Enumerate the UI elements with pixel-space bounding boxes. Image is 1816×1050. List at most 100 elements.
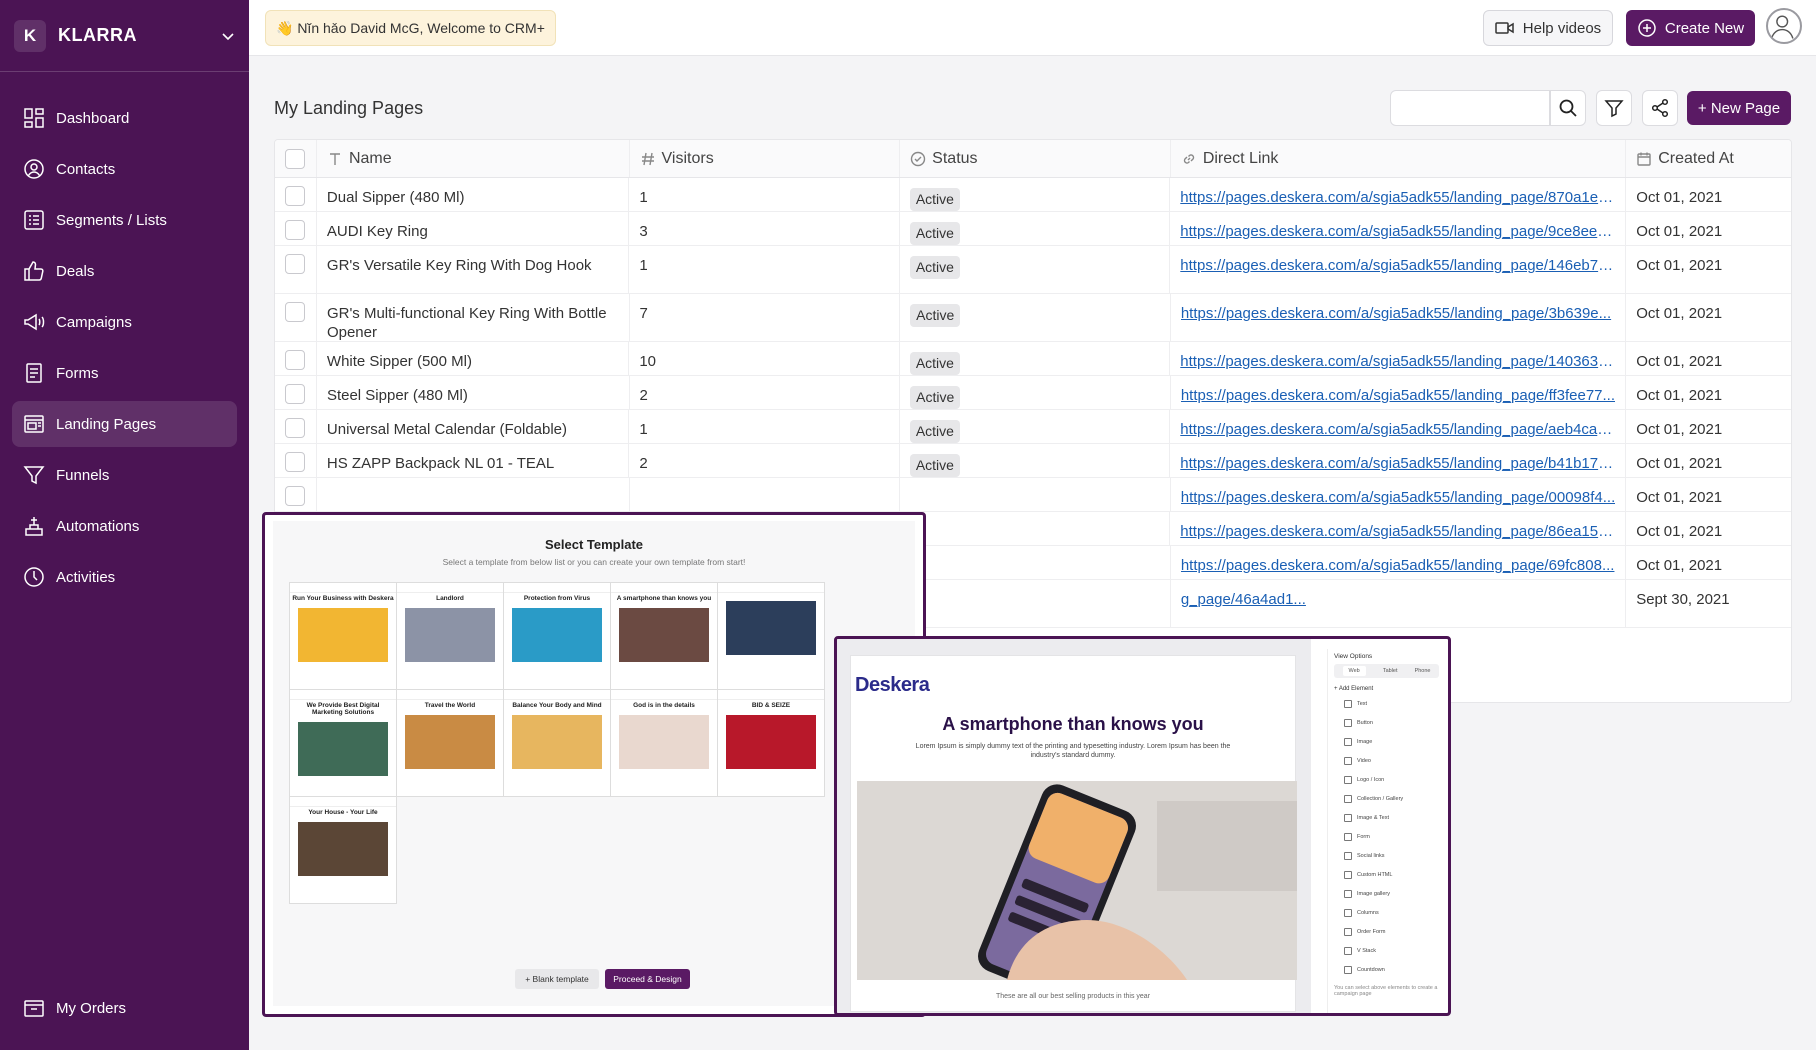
element-option[interactable]: Image — [1328, 732, 1445, 751]
direct-link[interactable]: https://pages.deskera.com/a/sgia5adk55/l… — [1180, 188, 1615, 207]
table-row[interactable]: Universal Metal Calendar (Foldable) 1 Acti… — [275, 410, 1791, 444]
row-checkbox[interactable] — [285, 350, 306, 370]
template-thumbnail[interactable]: Balance Your Body and Mind — [503, 689, 611, 797]
sidebar-item-campaigns[interactable]: Campaigns — [12, 299, 237, 345]
blank-template-button[interactable]: + Blank template — [515, 969, 599, 989]
direct-link[interactable]: https://pages.deskera.com/a/sgia5adk55/l… — [1180, 420, 1615, 439]
template-thumbnail[interactable]: Protection from Virus — [503, 582, 611, 690]
direct-link[interactable]: g_page/46a4ad1... — [1181, 590, 1615, 609]
table-row[interactable]: GR's Versatile Key Ring With Dog Hook 1 Ac… — [275, 246, 1791, 294]
filter-button[interactable] — [1596, 90, 1632, 126]
template-thumbnail[interactable]: Travel the World — [396, 689, 504, 797]
row-checkbox[interactable] — [285, 384, 306, 404]
table-row[interactable]: Steel Sipper (480 Ml) 2 Active https://page… — [275, 376, 1791, 410]
direct-link[interactable]: https://pages.deskera.com/a/sgia5adk55/l… — [1181, 386, 1615, 405]
template-image — [298, 608, 388, 662]
element-option[interactable]: Countdown — [1328, 960, 1445, 979]
row-checkbox[interactable] — [285, 186, 306, 206]
row-checkbox[interactable] — [285, 254, 306, 274]
share-button[interactable] — [1642, 90, 1678, 126]
template-thumbnail[interactable]: A smartphone than knows you — [610, 582, 718, 690]
template-thumbnail[interactable]: God is in the details — [610, 689, 718, 797]
column-label: Name — [348, 149, 392, 167]
template-header — [290, 583, 396, 593]
element-option[interactable]: Order Form — [1328, 922, 1445, 941]
template-thumbnail[interactable] — [717, 582, 825, 690]
table-row[interactable]: HS ZAPP Backpack NL 01 - TEAL 2 Active http… — [275, 444, 1791, 478]
column-direct-link[interactable]: Direct Link — [1171, 140, 1627, 177]
element-option[interactable]: Button — [1328, 713, 1445, 732]
element-option[interactable]: Collection / Gallery — [1328, 789, 1445, 808]
column-name[interactable]: Name — [317, 140, 630, 177]
row-checkbox[interactable] — [285, 486, 306, 506]
sidebar-item-activities[interactable]: Activities — [12, 554, 237, 600]
element-option[interactable]: Logo / Icon — [1328, 770, 1445, 789]
template-image — [726, 715, 816, 769]
element-option[interactable]: Image & Text — [1328, 808, 1445, 827]
workspace-switcher[interactable]: K KLARRA — [0, 0, 249, 72]
element-option[interactable]: Text — [1328, 694, 1445, 713]
status-badge: Active — [909, 222, 960, 245]
sidebar-item-forms[interactable]: Forms — [12, 350, 237, 396]
template-thumbnail[interactable]: We Provide Best Digital Marketing Soluti… — [289, 689, 397, 797]
sidebar-item-dashboard[interactable]: Dashboard — [12, 95, 237, 141]
element-option[interactable]: V Stack — [1328, 941, 1445, 960]
search-button[interactable] — [1550, 90, 1586, 126]
sidebar-item-landing-pages[interactable]: Landing Pages — [12, 401, 237, 447]
text-type-icon — [329, 152, 340, 165]
row-created-text: Oct 01, 2021 — [1636, 387, 1723, 404]
direct-link[interactable]: https://pages.deskera.com/a/sgia5adk55/l… — [1181, 488, 1615, 507]
table-row[interactable]: White Sipper (500 Ml) 10 Active https://pag… — [275, 342, 1791, 376]
sidebar-item-automations[interactable]: Automations — [12, 503, 237, 549]
element-option[interactable]: Image gallery — [1328, 884, 1445, 903]
element-option[interactable]: Social links — [1328, 846, 1445, 865]
table-row[interactable]: Dual Sipper (480 Ml) 1 Active https://pages… — [275, 178, 1791, 212]
direct-link[interactable]: https://pages.deskera.com/a/sgia5adk55/l… — [1181, 556, 1615, 575]
sidebar-item-deals[interactable]: Deals — [12, 248, 237, 294]
search-input[interactable] — [1390, 90, 1550, 126]
column-status[interactable]: Status — [900, 140, 1171, 177]
direct-link[interactable]: https://pages.deskera.com/a/sgia5adk55/l… — [1180, 222, 1615, 241]
template-thumbnail[interactable]: Run Your Business with Deskera — [289, 582, 397, 690]
column-created-at[interactable]: Created At — [1626, 140, 1791, 177]
element-option[interactable]: Video — [1328, 751, 1445, 770]
sidebar-item-my-orders[interactable]: My Orders — [12, 985, 237, 1031]
row-checkbox[interactable] — [285, 220, 306, 240]
direct-link[interactable]: https://pages.deskera.com/a/sgia5adk55/l… — [1180, 352, 1615, 371]
template-thumbnail[interactable]: Your House - Your Life — [289, 796, 397, 904]
tab-web[interactable]: Web — [1342, 666, 1366, 676]
column-label: Visitors — [661, 149, 714, 167]
row-checkbox[interactable] — [285, 418, 306, 438]
row-created-at: Oct 01, 2021 — [1626, 342, 1791, 375]
sidebar-item-label: Campaigns — [56, 313, 132, 331]
create-new-button[interactable]: Create New — [1626, 10, 1755, 46]
row-checkbox[interactable] — [285, 452, 306, 472]
help-videos-button[interactable]: Help videos — [1483, 10, 1613, 46]
direct-link[interactable]: https://pages.deskera.com/a/sgia5adk55/l… — [1180, 454, 1615, 473]
user-avatar[interactable] — [1766, 8, 1802, 44]
row-checkbox[interactable] — [285, 302, 306, 322]
proceed-design-button[interactable]: Proceed & Design — [605, 969, 690, 989]
tab-phone[interactable]: Phone — [1415, 668, 1431, 674]
row-visitors: 2 — [630, 376, 901, 409]
select-all-checkbox[interactable] — [285, 148, 306, 169]
template-image — [726, 601, 816, 655]
row-name: GR's Versatile Key Ring With Dog Hook — [317, 246, 630, 293]
sidebar-item-segments[interactable]: Segments / Lists — [12, 197, 237, 243]
template-thumbnail[interactable]: Landlord — [396, 582, 504, 690]
direct-link[interactable]: https://pages.deskera.com/a/sgia5adk55/l… — [1181, 304, 1615, 323]
direct-link[interactable]: https://pages.deskera.com/a/sgia5adk55/l… — [1180, 522, 1615, 541]
element-option[interactable]: Columns — [1328, 903, 1445, 922]
sidebar-item-contacts[interactable]: Contacts — [12, 146, 237, 192]
table-row[interactable]: GR's Multi-functional Key Ring With Bott… — [275, 294, 1791, 342]
sidebar-item-funnels[interactable]: Funnels — [12, 452, 237, 498]
table-row[interactable]: https://pages.deskera.com/a/sgia5adk55/l… — [275, 478, 1791, 512]
table-row[interactable]: AUDI Key Ring 3 Active https://pages.desker… — [275, 212, 1791, 246]
new-page-button[interactable]: + New Page — [1687, 91, 1791, 125]
template-thumbnail[interactable]: BID & SEIZE — [717, 689, 825, 797]
tab-tablet[interactable]: Tablet — [1383, 668, 1398, 674]
column-visitors[interactable]: Visitors — [630, 140, 901, 177]
element-option[interactable]: Form — [1328, 827, 1445, 846]
element-option[interactable]: Custom HTML — [1328, 865, 1445, 884]
direct-link[interactable]: https://pages.deskera.com/a/sgia5adk55/l… — [1180, 256, 1615, 275]
